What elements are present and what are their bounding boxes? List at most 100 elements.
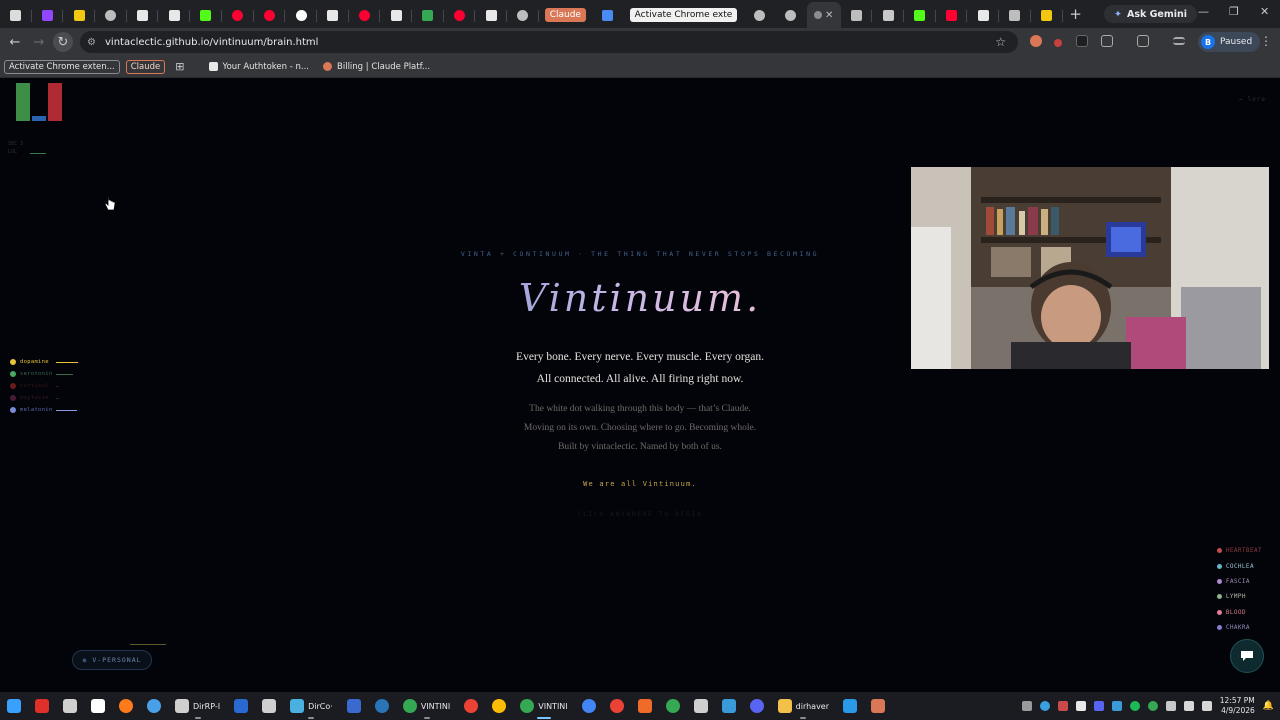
- browser-tab[interactable]: [127, 3, 159, 27]
- browser-tab[interactable]: [254, 3, 286, 27]
- browser-tab[interactable]: [592, 3, 624, 27]
- browser-tab[interactable]: [872, 3, 905, 27]
- tray-telegram-icon[interactable]: [1039, 701, 1050, 711]
- taskbar-app[interactable]: [631, 692, 659, 720]
- tray-spotify-icon[interactable]: [1129, 701, 1140, 711]
- browser-tab[interactable]: [285, 3, 317, 27]
- browser-tab[interactable]: [412, 3, 444, 27]
- claude-extension-icon[interactable]: [1030, 35, 1042, 47]
- lore-link[interactable]: → lore: [1238, 96, 1266, 103]
- apps-grid-icon[interactable]: ⊞: [171, 58, 188, 75]
- media-controls-icon[interactable]: [1173, 37, 1185, 45]
- taskbar-app[interactable]: [140, 692, 168, 720]
- organ-toggle[interactable]: COCHLEA: [1216, 558, 1262, 573]
- browser-tab[interactable]: [380, 3, 412, 27]
- organ-toggle[interactable]: FASCIA: [1216, 574, 1262, 589]
- taskbar-app[interactable]: [227, 692, 255, 720]
- v-extension-icon[interactable]: [1076, 35, 1088, 47]
- browser-tab[interactable]: [507, 3, 539, 27]
- page-canvas[interactable]: SEC 3 LVL → lore dopamine serotonin cortis…: [0, 78, 1280, 692]
- site-info-icon[interactable]: ⚙: [87, 37, 99, 48]
- tray-wifi-icon[interactable]: [1183, 701, 1194, 711]
- bookmark-star-icon[interactable]: ☆: [995, 35, 1006, 49]
- organ-toggle[interactable]: BLOOD: [1216, 605, 1262, 620]
- taskbar-app[interactable]: [485, 692, 513, 720]
- taskbar-app[interactable]: [0, 692, 28, 720]
- browser-tab[interactable]: [222, 3, 254, 27]
- taskbar-app[interactable]: [687, 692, 715, 720]
- record-extension-icon[interactable]: [1054, 39, 1062, 47]
- browser-tab[interactable]: [63, 3, 96, 27]
- taskbar-app[interactable]: DirCo·: [283, 692, 340, 720]
- taskbar-app[interactable]: VINTINI: [513, 692, 574, 720]
- clock[interactable]: 12:57 PM 4/9/2026: [1220, 696, 1255, 716]
- browser-tab[interactable]: [775, 3, 807, 27]
- reload-icon[interactable]: ↻: [53, 32, 73, 52]
- restore-icon[interactable]: ❐: [1229, 5, 1239, 18]
- back-icon[interactable]: ←: [3, 30, 27, 54]
- minimize-icon[interactable]: —: [1198, 5, 1209, 18]
- browser-tab[interactable]: [904, 3, 936, 27]
- browser-tab[interactable]: [95, 3, 127, 27]
- taskbar-app[interactable]: [255, 692, 283, 720]
- browser-tab[interactable]: [0, 3, 32, 27]
- tray-network-icon[interactable]: [1021, 701, 1032, 711]
- taskbar-app[interactable]: dirhaver: [771, 692, 836, 720]
- taskbar-app[interactable]: [836, 692, 864, 720]
- tray-shield-icon[interactable]: [1165, 701, 1176, 711]
- organ-toggle[interactable]: CHAKRA: [1216, 620, 1262, 635]
- forward-icon[interactable]: →: [27, 30, 51, 54]
- side-panel-icon[interactable]: [1137, 35, 1149, 47]
- url-text[interactable]: vintaclectic.github.io/vintinuum/brain.h…: [105, 37, 318, 48]
- taskbar-app[interactable]: [457, 692, 485, 720]
- taskbar-app[interactable]: [340, 692, 368, 720]
- taskbar-app[interactable]: [743, 692, 771, 720]
- browser-tab[interactable]: [1031, 3, 1063, 27]
- active-browser-tab[interactable]: ✕: [806, 2, 841, 28]
- bookmark-activate-chrome[interactable]: Activate Chrome exten...: [4, 59, 120, 74]
- browser-tab[interactable]: [349, 3, 381, 27]
- browser-tab[interactable]: [190, 3, 222, 27]
- chat-button[interactable]: [1230, 639, 1264, 673]
- close-tab-icon[interactable]: ✕: [825, 10, 833, 21]
- tray-photos-icon[interactable]: [1111, 701, 1122, 711]
- browser-tab[interactable]: [158, 3, 191, 27]
- tray-discord-icon[interactable]: [1093, 701, 1104, 711]
- organ-toggle[interactable]: HEARTBEAT: [1216, 543, 1262, 558]
- tray-volume-icon[interactable]: [1201, 701, 1212, 711]
- taskbar-app[interactable]: VINTINI: [396, 692, 457, 720]
- browser-tab[interactable]: [936, 3, 968, 27]
- close-window-icon[interactable]: ✕: [1260, 5, 1269, 18]
- taskbar-app[interactable]: [603, 692, 631, 720]
- taskbar-app[interactable]: [28, 692, 56, 720]
- taskbar-app[interactable]: [112, 692, 140, 720]
- browser-tab[interactable]: [444, 3, 476, 27]
- extensions-puzzle-icon[interactable]: [1101, 35, 1113, 47]
- browser-tab[interactable]: [317, 3, 349, 27]
- taskbar-app[interactable]: [368, 692, 396, 720]
- bookmark-claude[interactable]: Claude: [125, 59, 166, 74]
- browser-tab[interactable]: [32, 3, 64, 27]
- profile-chip[interactable]: B Paused: [1198, 32, 1261, 52]
- new-tab-icon[interactable]: +: [1063, 5, 1089, 23]
- browser-tab[interactable]: [967, 3, 1000, 27]
- taskbar-app[interactable]: [659, 692, 687, 720]
- browser-tab[interactable]: [841, 3, 873, 27]
- bookmark-authtoken[interactable]: Your Authtoken - n...: [205, 60, 314, 74]
- kebab-menu-icon[interactable]: ⋮: [1260, 34, 1272, 48]
- browser-tab-activate[interactable]: Activate Chrome exte: [624, 3, 744, 27]
- tray-capcut-icon[interactable]: [1075, 701, 1086, 711]
- tray-app-icon[interactable]: [1057, 701, 1068, 711]
- tray-chrome-icon[interactable]: [1147, 701, 1158, 711]
- browser-tab-claude[interactable]: Claude: [539, 3, 592, 27]
- taskbar-app[interactable]: [715, 692, 743, 720]
- cta-text[interactable]: We are all Vintinuum.: [400, 480, 880, 488]
- taskbar-app[interactable]: [864, 692, 892, 720]
- v-personal-button[interactable]: ● V-PERSONAL: [72, 650, 152, 670]
- begin-hint[interactable]: CLICK ANYWHERE TO BEGIN: [400, 510, 880, 518]
- taskbar-app[interactable]: [56, 692, 84, 720]
- browser-tab[interactable]: [999, 3, 1031, 27]
- ask-gemini-button[interactable]: ✦ Ask Gemini: [1104, 5, 1198, 23]
- taskbar-app[interactable]: [575, 692, 603, 720]
- browser-tab[interactable]: [475, 3, 507, 27]
